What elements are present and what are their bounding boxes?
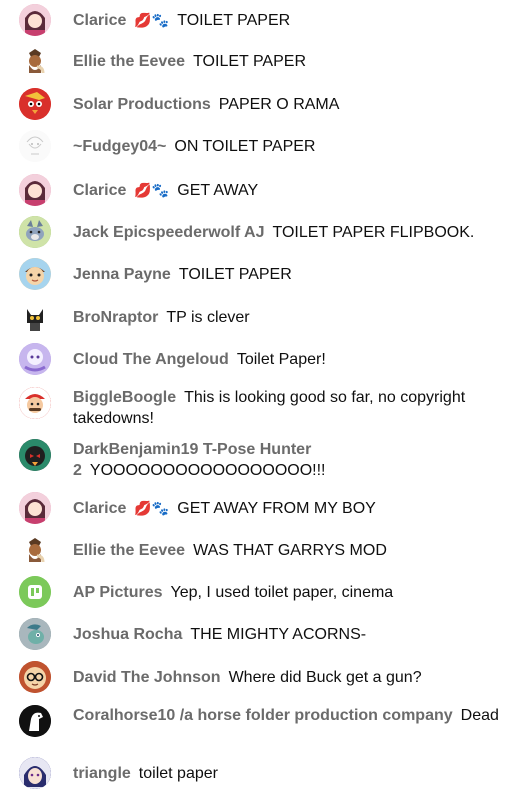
girl-icon[interactable]: [19, 492, 51, 524]
author-name[interactable]: Jenna Payne: [73, 266, 171, 283]
bird-dark-icon[interactable]: [19, 439, 51, 471]
author-name[interactable]: Ellie the Eevee: [73, 53, 185, 70]
pony-icon[interactable]: [19, 618, 51, 650]
author-name[interactable]: Cloud The Angeloud: [73, 351, 229, 368]
message-text: Dead: [460, 707, 499, 724]
mario-icon[interactable]: [19, 387, 51, 419]
bird-icon[interactable]: [19, 88, 51, 120]
horse-icon[interactable]: [19, 705, 51, 737]
chat-message: Cloud The Angeloud Toilet Paper!: [0, 343, 520, 375]
message-text: GET AWAY: [177, 182, 259, 199]
message-text: YOOOOOOOOOOOOOOOOO!!!: [89, 462, 326, 479]
eevee-icon[interactable]: [19, 534, 51, 566]
girl-icon[interactable]: [19, 4, 51, 36]
sketch-icon[interactable]: [19, 130, 51, 162]
villager-icon[interactable]: [19, 258, 51, 290]
chat-message: Joshua Rocha THE MIGHTY ACORNS-: [0, 618, 520, 650]
author-name[interactable]: BiggleBoogle: [73, 389, 176, 406]
message-text: toilet paper: [138, 765, 218, 782]
chat-message: Ellie the Eevee TOILET PAPER: [0, 45, 520, 77]
wolf-icon[interactable]: [19, 216, 51, 248]
live-chat: Clarice 💋🐾 TOILET PAPER Ellie the Eevee TOI…: [0, 0, 520, 794]
author-name[interactable]: Solar Productions: [73, 96, 211, 113]
chat-message: Jack Epicspeederwolf AJ TOILET PAPER FLIP…: [0, 216, 520, 248]
message-text: TOILET PAPER FLIPBOOK.: [272, 224, 475, 241]
message-text: PAPER O RAMA: [218, 96, 340, 113]
message-text: TOILET PAPER: [177, 12, 291, 29]
message-text: Where did Buck get a gun?: [228, 669, 422, 686]
message-text: WAS THAT GARRYS MOD: [193, 542, 387, 559]
message-text: Toilet Paper!: [236, 351, 326, 368]
author-name[interactable]: ~Fudgey04~: [73, 138, 166, 155]
message-text: Yep, I used toilet paper, cinema: [170, 584, 394, 601]
cloud-icon[interactable]: [19, 343, 51, 375]
chat-message: ~Fudgey04~ ON TOILET PAPER: [0, 130, 520, 162]
member-badges: 💋🐾: [134, 182, 170, 198]
message-text: TOILET PAPER: [193, 53, 306, 70]
chat-message: Coralhorse10 /a horse folder production …: [0, 703, 520, 749]
message-text: TP is clever: [166, 309, 250, 326]
chat-message: Clarice 💋🐾 GET AWAY: [0, 174, 520, 206]
author-name[interactable]: triangle: [73, 765, 131, 782]
message-text: GET AWAY FROM MY BOY: [177, 500, 376, 517]
chat-message: Clarice 💋🐾 TOILET PAPER: [0, 4, 520, 36]
glasses-icon[interactable]: [19, 661, 51, 693]
chat-message: BroNraptor TP is clever: [0, 301, 520, 333]
message-text: ON TOILET PAPER: [174, 138, 316, 155]
chat-message: BiggleBoogle This is looking good so far,…: [0, 385, 520, 431]
author-name[interactable]: Clarice: [73, 12, 126, 29]
message-text: TOILET PAPER: [178, 266, 292, 283]
member-badges: 💋🐾: [134, 500, 170, 516]
chat-message: DarkBenjamin19 T-Pose Hunter 2 YOOOOOOOOO…: [0, 437, 520, 483]
author-name[interactable]: Clarice: [73, 500, 126, 517]
chat-message: AP Pictures Yep, I used toilet paper, cin…: [0, 576, 520, 608]
message-text: THE MIGHTY ACORNS-: [190, 626, 367, 643]
author-name[interactable]: Clarice: [73, 182, 126, 199]
cat-icon[interactable]: [19, 301, 51, 333]
girl-icon[interactable]: [19, 174, 51, 206]
author-name[interactable]: David The Johnson: [73, 669, 221, 686]
anime-icon[interactable]: [19, 757, 51, 789]
author-name[interactable]: Ellie the Eevee: [73, 542, 185, 559]
eevee-icon[interactable]: [19, 45, 51, 77]
author-name[interactable]: Coralhorse10 /a horse folder production …: [73, 707, 453, 724]
chat-message: Ellie the Eevee WAS THAT GARRYS MOD: [0, 534, 520, 566]
author-name[interactable]: AP Pictures: [73, 584, 163, 601]
chat-message: Clarice 💋🐾 GET AWAY FROM MY BOY: [0, 492, 520, 524]
chat-message: Solar Productions PAPER O RAMA: [0, 88, 520, 120]
chat-message: David The Johnson Where did Buck get a gu…: [0, 661, 520, 693]
author-name[interactable]: Joshua Rocha: [73, 626, 182, 643]
author-name[interactable]: Jack Epicspeederwolf AJ: [73, 224, 265, 241]
author-name[interactable]: BroNraptor: [73, 309, 158, 326]
chat-message: Jenna Payne TOILET PAPER: [0, 258, 520, 290]
ap-logo-icon[interactable]: [19, 576, 51, 608]
chat-message: triangle toilet paper: [0, 757, 520, 789]
member-badges: 💋🐾: [134, 12, 170, 28]
